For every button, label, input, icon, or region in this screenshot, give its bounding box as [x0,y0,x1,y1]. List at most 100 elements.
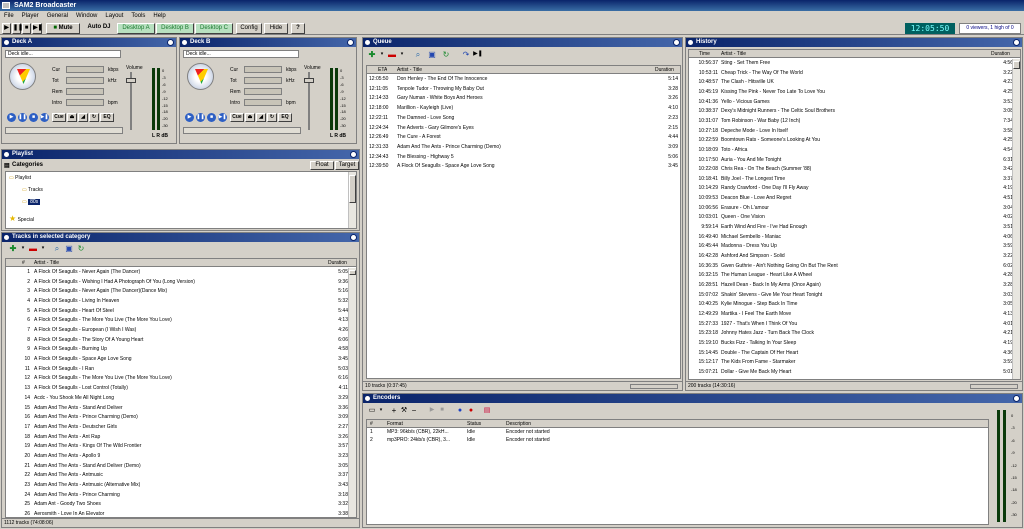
hide-button[interactable]: Hide [264,23,288,34]
fade-icon[interactable]: ◢ [256,113,266,122]
table-row[interactable]: 2 mp3PRO: 24kb/s (CBR), 3... Idle Encoder n… [367,437,988,445]
col-title[interactable]: Artist - Title [34,259,59,267]
eject-icon[interactable]: ⏏ [245,113,255,122]
table-row[interactable]: 12:26:49 The Cure - A Forest 4:44 [367,133,680,143]
tree-item-80s[interactable]: ▭ 80s [22,199,41,205]
table-row[interactable]: 22 Adam And The Ants - Antmusic 3:37 [6,471,348,481]
table-row[interactable]: 4 A Flock Of Seagulls - Living In Heaven 5… [6,297,348,307]
table-row[interactable]: 15:07:21 Dollar - Give Me Back My Heart 5:… [689,368,1012,378]
table-row[interactable]: 10:53:11 Cheap Trick - The Way Of The Wor… [689,69,1012,79]
tree-item-playlist[interactable]: ▭ Playlist [9,175,31,181]
redo-icon[interactable]: ↷ [461,50,471,59]
table-row[interactable]: 16:28:51 Hazell Dean - Back In My Arms (O… [689,281,1012,291]
table-row[interactable]: 10:09:53 Deacon Blue - Love And Regret 4:5… [689,194,1012,204]
col-title[interactable]: Artist - Title [397,66,422,74]
dropdown-icon[interactable]: ▾ [38,244,48,253]
remove-icon[interactable]: ▬ [387,50,397,59]
record-stop-icon[interactable]: ● [466,406,476,415]
repeat-icon[interactable]: ↻ [89,113,99,122]
dropdown-icon[interactable]: ▾ [377,50,387,59]
close-icon[interactable] [350,234,357,241]
table-row[interactable]: 10:14:29 Randy Crawford - One Day I'll Fl… [689,184,1012,194]
table-row[interactable]: 12:18:00 Marillion - Kayleigh (Live) 4:10 [367,104,680,114]
table-row[interactable]: 25 Adam Ant - Goody Two Shoes 3:32 [6,500,348,510]
table-row[interactable]: 2 A Flock Of Seagulls - Wishing I Had A P… [6,278,348,288]
table-row[interactable]: 15:07:02 Shakin' Stevens - Give Me Your H… [689,291,1012,301]
table-row[interactable]: 10:03:01Queen - One Vision 4:02 [689,213,1012,223]
col-duration[interactable]: Duration [328,259,347,267]
add-icon[interactable]: ✚ [367,50,377,59]
table-row[interactable]: 3 A Flock Of Seagulls - Never Again (The … [6,287,348,297]
col-duration[interactable]: Duration [991,50,1010,58]
refresh-icon[interactable]: ↻ [76,244,86,253]
table-row[interactable]: 14 Acdc - You Shook Me All Night Long 3:29 [6,394,348,404]
table-row[interactable]: 16 Adam And The Ants - Prince Charming (D… [6,413,348,423]
refresh-icon[interactable]: ↻ [441,50,451,59]
table-row[interactable]: 6 A Flock Of Seagulls - The More You Live… [6,316,348,326]
pause-icon[interactable]: ❚❚ [18,113,27,122]
deck-a-seek-bar[interactable] [5,127,123,134]
close-icon[interactable] [347,39,354,46]
skip-icon[interactable]: ▶❚ [473,50,483,59]
table-row[interactable]: 12:31:33 Adam And The Ants - Prince Charm… [367,143,680,153]
table-row[interactable]: 10:18:41 Billy Joel - The Longest Time 3:3… [689,175,1012,185]
pause-icon[interactable]: ❚❚ [12,23,23,34]
desktop-b-tab[interactable]: Desktop B [156,23,194,34]
table-row[interactable]: 16:42:28Ashford And Simpson - Solid 3:22 [689,252,1012,262]
search-icon[interactable]: ⌕ [52,244,62,253]
table-row[interactable]: 15:14:45 Double - The Captain Of Her Hear… [689,349,1012,359]
table-row[interactable]: 10:48:57The Clash - Hitsville UK 4:23 [689,78,1012,88]
close-icon[interactable] [1013,39,1020,46]
volume-slider-handle[interactable] [304,78,314,83]
table-row[interactable]: 12:24:34 The Adverts - Gary Gilmore's Eye… [367,124,680,134]
eq-button[interactable]: EQ [100,113,114,122]
table-row[interactable]: 10:56:37Sting - Set Them Free 4:56 [689,59,1012,69]
table-row[interactable]: 12:11:05 Tenpole Tudor - Throwing My Baby… [367,85,680,95]
play-icon[interactable]: ▶ [185,113,194,122]
stop-icon[interactable]: ■ [29,113,38,122]
table-row[interactable]: 10:41:36Yello - Vicious Games 3:53 [689,98,1012,108]
col-status[interactable]: Status [467,420,481,428]
table-row[interactable]: 16:32:15 The Human League - Heart Like A … [689,271,1012,281]
stop-icon[interactable]: ■ [207,113,216,122]
desktop-c-tab[interactable]: Desktop C [195,23,233,34]
table-row[interactable]: 21 Adam And The Ants - Stand And Deliver … [6,462,348,472]
properties-icon[interactable]: ▤ [482,406,492,415]
col-time[interactable]: Time [699,50,710,58]
close-icon[interactable] [350,151,357,158]
table-row[interactable]: 12:39:50 A Flock Of Seagulls - Space Age … [367,162,680,172]
tree-item-tracks[interactable]: ▭ Tracks [22,187,43,193]
dropdown-icon[interactable]: ▾ [397,50,407,59]
tree-scrollbar[interactable] [348,172,356,228]
table-row[interactable]: 10:22:59 Boomtown Rats - Someone's Lookin… [689,136,1012,146]
table-row[interactable]: 16:36:35 Gwen Guthrie - Ain't Nothing Goi… [689,262,1012,272]
play-icon[interactable]: ▶ [427,406,437,415]
menu-layout[interactable]: Layout [101,11,127,22]
menu-general[interactable]: General [43,11,72,22]
table-row[interactable]: 24 Adam And The Ants - Prince Charming 3:1… [6,491,348,501]
table-row[interactable]: 12:49:29 Martika - I Feel The Earth Move 4… [689,310,1012,320]
table-row[interactable]: 1 MP3: 96kb/s (CBR), 22kH... Idle Encoder n… [367,429,988,437]
table-row[interactable]: 7 A Flock Of Seagulls - European (I Wish … [6,326,348,336]
repeat-icon[interactable]: ↻ [267,113,277,122]
table-row[interactable]: 12:34:43 The Blessing - Highway 5 5:06 [367,153,680,163]
close-icon[interactable] [673,39,680,46]
table-row[interactable]: 15 Adam And The Ants - Stand And Deliver 3… [6,404,348,414]
save-icon[interactable]: ▣ [64,244,74,253]
menu-window[interactable]: Window [72,11,101,22]
dropdown-icon[interactable]: ▾ [18,244,28,253]
add-icon[interactable]: + [389,406,399,415]
col-eta[interactable]: ETA [378,66,387,74]
tracks-scrollbar[interactable] [348,268,356,517]
target-button[interactable]: Target [335,161,359,170]
scroll-thumb[interactable] [1013,61,1020,69]
table-row[interactable]: 10:45:19 Kissing The Pink - Never Too Lat… [689,88,1012,98]
table-row[interactable]: 12 A Flock Of Seagulls - The More You Liv… [6,374,348,384]
volume-slider-handle[interactable] [126,78,136,83]
stop-icon[interactable]: ■ [437,406,447,415]
scroll-thumb[interactable] [349,175,356,203]
table-row[interactable]: 15:27:33 1927 - That's When I Think Of Yo… [689,320,1012,330]
table-row[interactable]: 17 Adam And The Ants - Deutscher Girls 2:2… [6,423,348,433]
col-num[interactable]: # [22,259,25,267]
col-description[interactable]: Description [506,420,531,428]
